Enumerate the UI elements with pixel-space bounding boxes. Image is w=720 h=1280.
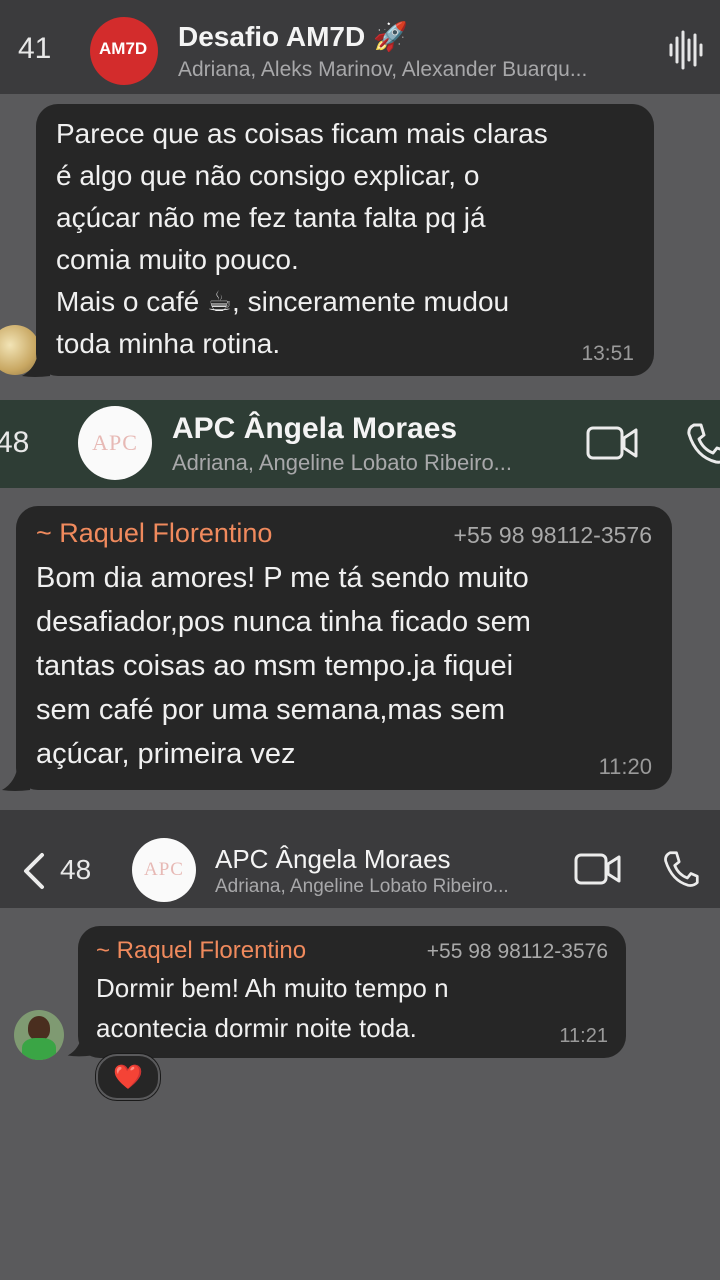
chat-subtitle: Adriana, Aleks Marinov, Alexander Buarqu… [178, 58, 588, 81]
message-text: Dormir bem! Ah muito tempo n acontecia d… [96, 973, 449, 1043]
message-bubble[interactable]: ~ Raquel Florentino +55 98 98112-3576 Do… [78, 926, 626, 1058]
sender-avatar[interactable] [14, 1010, 64, 1060]
bubble-tail [22, 352, 50, 377]
sender-name[interactable]: ~ Raquel Florentino [96, 937, 306, 965]
group-avatar[interactable]: APC [132, 838, 196, 902]
chat-title[interactable]: APC Ângela Moraes [172, 412, 457, 446]
avatar-text: APC [144, 859, 184, 880]
video-icon[interactable] [586, 424, 640, 462]
heart-icon: ❤️ [113, 1063, 143, 1091]
sender-phone: +55 98 98112-3576 [453, 522, 652, 548]
message-text: Bom dia amores! P me tá sendo muito desa… [36, 562, 531, 770]
group-avatar[interactable]: AM7D [90, 17, 158, 85]
message-text: Parece que as coisas ficam mais claras é… [56, 118, 548, 359]
chat-header-desafio: 41 AM7D Desafio AM7D 🚀 Adriana, Aleks Ma… [0, 0, 720, 94]
message-time: 11:21 [559, 1025, 608, 1047]
message-bubble[interactable]: ~ Raquel Florentino +55 98 98112-3576 Bo… [16, 506, 672, 790]
phone-icon[interactable] [662, 850, 700, 888]
group-avatar[interactable]: APC [78, 406, 152, 480]
bubble-tail [67, 1034, 92, 1057]
message-bubble[interactable]: Parece que as coisas ficam mais claras é… [36, 104, 654, 376]
chevron-left-icon[interactable] [22, 852, 46, 890]
waveform-icon[interactable] [668, 30, 704, 70]
chat-subtitle: Adriana, Angeline Lobato Ribeiro... [172, 450, 513, 475]
chat-title[interactable]: APC Ângela Moraes [215, 844, 451, 875]
sender-phone: +55 98 98112-3576 [426, 940, 608, 963]
chat-title[interactable]: Desafio AM7D 🚀 [178, 20, 408, 53]
bubble-tail [2, 764, 30, 791]
reaction-badge[interactable]: ❤️ [96, 1054, 160, 1100]
unread-count[interactable]: 48 [0, 426, 29, 460]
message-time: 13:51 [581, 342, 634, 365]
chat-header-apc: 48 APC APC Ângela Moraes Adriana, Angeli… [0, 400, 720, 488]
avatar-text: AM7D [99, 39, 148, 58]
chat-subtitle: Adriana, Angeline Lobato Ribeiro... [215, 876, 509, 897]
avatar-figure [28, 1016, 50, 1040]
video-icon[interactable] [574, 852, 622, 886]
unread-count[interactable]: 48 [60, 854, 91, 886]
avatar-figure-body [22, 1038, 56, 1060]
sender-name[interactable]: ~ Raquel Florentino [36, 518, 272, 549]
unread-count[interactable]: 41 [18, 32, 51, 66]
avatar-text: APC [92, 430, 138, 455]
message-time: 11:20 [598, 754, 652, 779]
chat-header-apc-2: 48 APC APC Ângela Moraes Adriana, Angeli… [0, 810, 720, 908]
phone-icon[interactable] [686, 422, 720, 464]
